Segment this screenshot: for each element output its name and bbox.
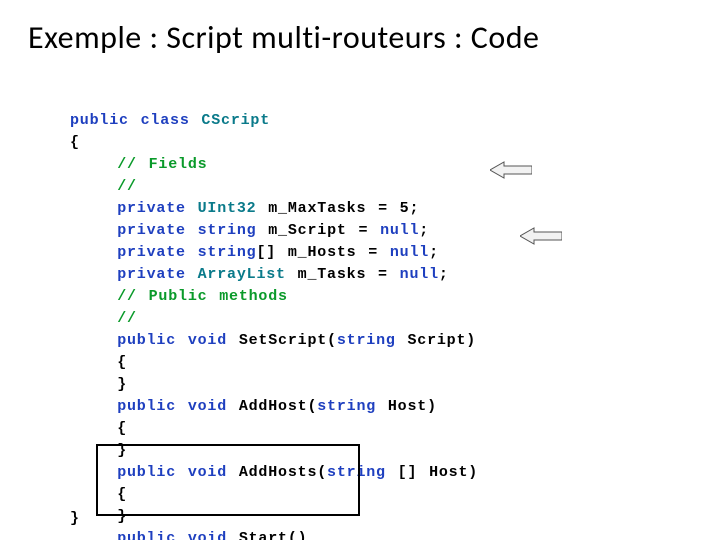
keyword-private: private xyxy=(70,266,186,283)
code-line: private string m_Script = null; xyxy=(70,220,590,242)
code-line: private ArrayList m_Tasks = null; xyxy=(70,264,590,286)
type-cscript: CScript xyxy=(190,112,270,129)
code-text: m_Tasks = xyxy=(286,266,400,283)
keyword-void: void xyxy=(176,332,227,349)
callout-arrow-icon xyxy=(520,226,562,246)
keyword-public: public xyxy=(70,332,176,349)
code-line: private string[] m_Hosts = null; xyxy=(70,242,590,264)
keyword-null: null xyxy=(380,222,419,239)
code-line: public void AddHost(string Host) xyxy=(70,396,590,418)
code-text: m_MaxTasks = 5; xyxy=(256,200,419,217)
keyword-string: string xyxy=(337,332,396,349)
keyword-void: void xyxy=(176,464,227,481)
type-arraylist: ArrayList xyxy=(186,266,286,283)
code-line: } xyxy=(70,440,590,462)
comment-line: // xyxy=(70,308,590,330)
keyword-private: private xyxy=(70,244,186,261)
code-line: } xyxy=(70,510,80,527)
code-text: SetScript( xyxy=(227,332,337,349)
keyword-private: private xyxy=(70,200,186,217)
code-line: { xyxy=(70,418,590,440)
comment-line: // Public methods xyxy=(70,286,590,308)
code-line: } xyxy=(70,506,590,528)
keyword-class: class xyxy=(129,112,190,129)
code-text: AddHosts( xyxy=(227,464,327,481)
code-text: ; xyxy=(419,222,429,239)
code-line: public void AddHosts(string [] Host) xyxy=(70,462,590,484)
keyword-public: public xyxy=(70,530,176,540)
keyword-public: public xyxy=(70,112,129,129)
code-text: Start() xyxy=(227,530,307,540)
keyword-string: string xyxy=(186,244,257,261)
keyword-string: string xyxy=(317,398,376,415)
code-text: [] m_Hosts = xyxy=(256,244,389,261)
code-line: { xyxy=(70,352,590,374)
slide: Exemple : Script multi-routeurs : Code p… xyxy=(0,0,720,540)
code-text: ; xyxy=(429,244,439,261)
keyword-public: public xyxy=(70,464,176,481)
code-line: } xyxy=(70,374,590,396)
keyword-null: null xyxy=(400,266,439,283)
code-text: [] Host) xyxy=(386,464,478,481)
code-text: ; xyxy=(439,266,449,283)
code-line: public class CScript xyxy=(70,110,590,132)
keyword-string: string xyxy=(327,464,386,481)
code-line: public void SetScript(string Script) xyxy=(70,330,590,352)
code-line: { xyxy=(70,484,590,506)
callout-arrow-icon xyxy=(490,160,532,180)
code-line: public void Start() xyxy=(70,528,590,540)
keyword-private: private xyxy=(70,222,186,239)
type-uint32: UInt32 xyxy=(186,200,257,217)
code-text: Host) xyxy=(376,398,437,415)
code-text: Script) xyxy=(396,332,476,349)
code-text: AddHost( xyxy=(227,398,317,415)
code-text: m_Script = xyxy=(256,222,380,239)
code-line: private UInt32 m_MaxTasks = 5; xyxy=(70,198,590,220)
keyword-void: void xyxy=(176,398,227,415)
keyword-void: void xyxy=(176,530,227,540)
keyword-public: public xyxy=(70,398,176,415)
keyword-null: null xyxy=(390,244,429,261)
slide-title: Exemple : Script multi-routeurs : Code xyxy=(28,18,692,57)
code-line: { xyxy=(70,132,590,154)
keyword-string: string xyxy=(186,222,257,239)
